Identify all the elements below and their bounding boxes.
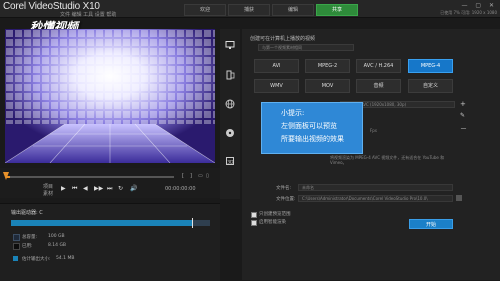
timecode[interactable]: 00:00:00:00 [165,186,196,192]
format-mov[interactable]: MOV [305,79,350,93]
split-button[interactable]: ▭ [198,173,203,179]
remove-profile-button[interactable]: － [460,124,467,134]
mark-out-button[interactable]: ] [190,173,192,179]
svg-text:3D: 3D [227,159,234,165]
legend-total-label: 总容量: [22,235,38,240]
format-mpeg4[interactable]: MPEG-4 [408,59,453,73]
add-profile-button[interactable]: + [460,100,466,108]
file-location-label: 文件位置: [276,197,296,202]
format-avc-h264[interactable]: AVC / H.264 [356,59,401,73]
legend-total-swatch [13,234,20,241]
preview-range-checkbox[interactable] [251,212,257,218]
legend-output-label: 估计输出大小: [22,257,51,262]
tab-welcome[interactable]: 欢迎 [184,4,226,16]
file-location-field[interactable]: C:\Users\Administrator\Documents\Corel V… [298,195,453,202]
system-info: 已使用 7% 可用: 1920 x 1080 [440,10,497,15]
edit-profile-button[interactable]: ✎ [460,112,465,119]
format-custom[interactable]: 自定义 [408,79,453,93]
legend-output-value: 54.1 MB [56,256,75,261]
tab-capture[interactable]: 捕获 [228,4,270,16]
repeat-button[interactable]: ↻ [118,185,123,192]
format-wmv[interactable]: WMV [254,79,299,93]
player-controls [0,168,220,198]
end-button[interactable]: ⏭ [107,185,112,193]
legend-output-swatch [13,256,18,261]
scrubber-track[interactable] [6,176,174,178]
format-mpeg2[interactable]: MPEG-2 [305,59,350,73]
disk-usage-marker [192,218,193,228]
home-button[interactable]: ⏮ [72,185,77,193]
video-preview [5,29,215,163]
legend-total-value: 100 GB [48,234,65,239]
window-controls[interactable]: — ▢ ✕ [461,2,497,9]
file-name-label: 文件名: [276,186,292,191]
play-button[interactable]: ▶ [61,185,66,192]
legend-used-value: 8.14 GB [48,243,67,248]
legend-used-swatch [13,243,20,250]
clip-mode-label[interactable]: 素材 [43,190,53,197]
legend-used-label: 已用: [22,244,33,249]
profile-source-dropdown[interactable]: 与第一个视频素材相同 [258,44,354,51]
volume-button[interactable]: 🔊 [130,185,137,192]
3d-icon[interactable]: 3D [225,156,235,166]
format-description: 将视频渲染为 MPEG-4 AVC 视频文件，还有适合在 YouTube 和 V… [330,155,445,165]
workspace-tabs: 欢迎 捕获 编辑 共享 [184,4,360,16]
preview-image [5,29,215,163]
menu-bar[interactable]: 文件 编辑 工具 设置 帮助 [60,11,116,18]
globe-icon[interactable] [225,99,235,109]
tip-line-2: 所要输出视频的效果 [281,135,344,143]
monitor-icon[interactable] [225,40,235,50]
tip-title: 小提示: [281,109,305,117]
tab-share[interactable]: 共享 [316,4,358,16]
disc-icon[interactable] [225,128,235,138]
tip-line-1: 左侧面板可以预览 [281,122,337,130]
smart-render-label: 启用智能渲染 [259,220,286,225]
disk-title: 输出驱动器: C [11,210,43,216]
smart-render-checkbox[interactable] [251,220,257,226]
format-audio[interactable]: 音频 [356,79,401,93]
next-frame-button[interactable]: ▶▶ [94,185,103,192]
start-render-button[interactable]: 开始 [409,219,453,229]
file-name-field[interactable]: 未命名 [298,184,453,191]
device-icon[interactable] [225,70,235,80]
project-mode-label[interactable]: 项目 [43,183,53,190]
browse-folder-icon[interactable] [456,195,462,201]
disk-usage-fill [11,220,192,226]
prev-frame-button[interactable]: ◀ [83,185,88,192]
profile-detail: Fps [370,128,377,133]
output-heading: 创建可在计算机上播放的视频 [250,36,316,42]
mark-in-button[interactable]: [ [182,173,184,179]
preview-range-label: 只创建预览范围 [259,212,291,217]
resize-button[interactable]: ▯ [206,173,209,179]
tab-edit[interactable]: 编辑 [272,4,314,16]
format-avi[interactable]: AVI [254,59,299,73]
share-sidebar [220,29,240,199]
